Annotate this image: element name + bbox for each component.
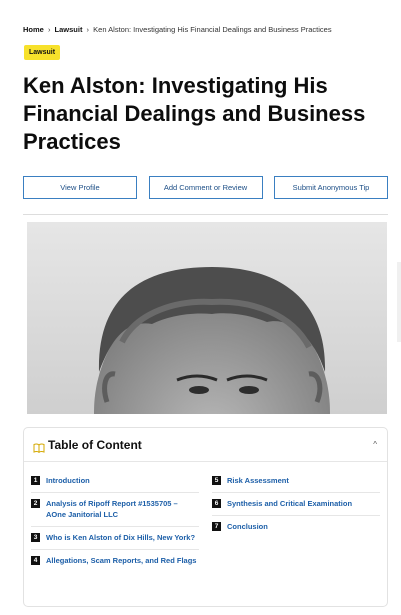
breadcrumb-separator: › xyxy=(86,25,90,34)
toc-item-number: 7 xyxy=(212,522,221,531)
breadcrumb-section[interactable]: Lawsuit xyxy=(55,25,83,34)
toc-item[interactable]: 4 Allegations, Scam Reports, and Red Fla… xyxy=(31,550,199,572)
breadcrumb: Home › Lawsuit › Ken Alston: Investigati… xyxy=(23,25,332,34)
divider xyxy=(23,214,388,215)
breadcrumb-separator: › xyxy=(47,25,51,34)
toc-item[interactable]: 3 Who is Ken Alston of Dix Hills, New Yo… xyxy=(31,527,199,550)
toc-item-link[interactable]: Risk Assessment xyxy=(227,475,289,486)
chevron-up-icon[interactable]: ^ xyxy=(373,440,377,449)
page-title: Ken Alston: Investigating His Financial … xyxy=(23,73,366,154)
action-bar: View Profile Add Comment or Review Submi… xyxy=(23,176,388,199)
toc-title: Table of Content xyxy=(48,437,142,452)
toc-item-number: 5 xyxy=(212,476,221,485)
toc-item[interactable]: 1 Introduction xyxy=(31,470,199,493)
view-profile-button[interactable]: View Profile xyxy=(23,176,137,199)
toc-item-number: 3 xyxy=(31,533,40,542)
profile-photo xyxy=(27,222,387,414)
toc-item-number: 4 xyxy=(31,556,40,565)
toc-item-link[interactable]: Synthesis and Critical Examination xyxy=(227,498,352,509)
toc-item-link[interactable]: Who is Ken Alston of Dix Hills, New York… xyxy=(46,532,195,543)
toc-item[interactable]: 7 Conclusion xyxy=(212,516,380,538)
toc-item-link[interactable]: Conclusion xyxy=(227,521,268,532)
scroll-gutter xyxy=(397,262,401,342)
toc-item[interactable]: 5 Risk Assessment xyxy=(212,470,380,493)
toc-item-link[interactable]: Analysis of Ripoff Report #1535705 – AOn… xyxy=(46,498,199,520)
toc-item-link[interactable]: Allegations, Scam Reports, and Red Flags xyxy=(46,555,196,566)
toc-header[interactable]: Table of Content ^ xyxy=(24,428,387,462)
category-badge[interactable]: Lawsuit xyxy=(24,45,61,60)
toc-item[interactable]: 6 Synthesis and Critical Examination xyxy=(212,493,380,516)
toc-column-left: 1 Introduction 2 Analysis of Ripoff Repo… xyxy=(31,470,199,572)
toc-item-link[interactable]: Introduction xyxy=(46,475,90,486)
toc-item-number: 6 xyxy=(212,499,221,508)
breadcrumb-current: Ken Alston: Investigating His Financial … xyxy=(93,25,332,34)
toc-item-number: 1 xyxy=(31,476,40,485)
book-icon xyxy=(33,440,45,453)
toc-item-number: 2 xyxy=(31,499,40,508)
table-of-contents: Table of Content ^ 1 Introduction 2 Anal… xyxy=(23,427,388,607)
toc-item[interactable]: 2 Analysis of Ripoff Report #1535705 – A… xyxy=(31,493,199,527)
submit-tip-button[interactable]: Submit Anonymous Tip xyxy=(274,176,388,199)
toc-column-right: 5 Risk Assessment 6 Synthesis and Critic… xyxy=(212,470,380,538)
breadcrumb-home[interactable]: Home xyxy=(23,25,44,34)
add-comment-button[interactable]: Add Comment or Review xyxy=(148,176,263,199)
